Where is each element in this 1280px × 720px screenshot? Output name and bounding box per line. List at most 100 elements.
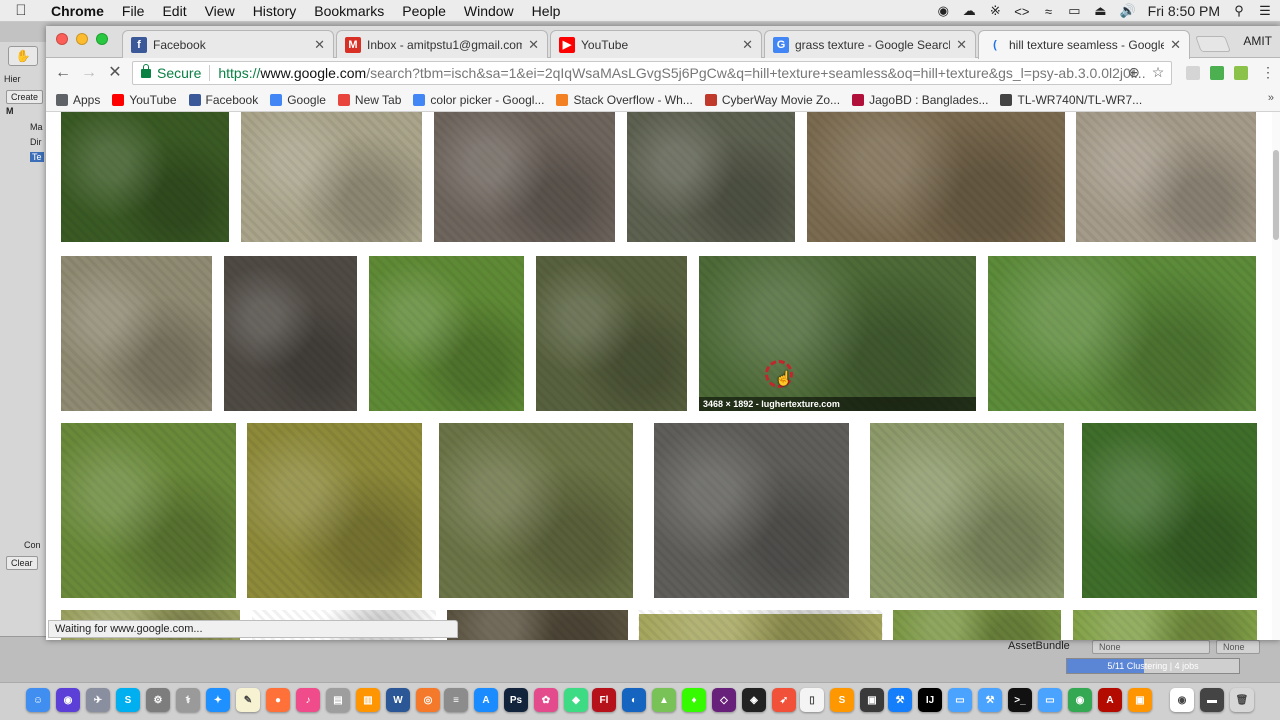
visual-studio-icon[interactable]: ◇ <box>712 688 736 712</box>
close-tab-icon[interactable]: ✕ <box>1170 37 1181 53</box>
chrome-app-icon[interactable]: ◉ <box>1170 688 1194 712</box>
android-studio-icon[interactable]: ◆ <box>564 688 588 712</box>
image-result-thumbnail[interactable] <box>807 112 1065 242</box>
volume-icon[interactable]: 🔊 <box>1119 3 1135 19</box>
browser-icon[interactable]: ◐ <box>622 688 646 712</box>
tab-gmail-inbox[interactable]: M Inbox - amitpstu1@gmail.com ✕ <box>336 30 548 58</box>
create-button[interactable]: Create <box>6 90 44 104</box>
cloud-sync-icon[interactable]: ☁ <box>962 3 976 19</box>
hierarchy-item-main-camera[interactable]: Ma <box>30 122 43 132</box>
word-icon[interactable]: W <box>386 688 410 712</box>
menu-app-name[interactable]: Chrome <box>42 3 113 19</box>
text-file-icon[interactable]: ▯ <box>800 688 824 712</box>
skype-icon[interactable]: S <box>116 688 140 712</box>
blender-icon[interactable]: ◎ <box>416 688 440 712</box>
menu-edit[interactable]: Edit <box>153 3 195 19</box>
download-extension-icon[interactable] <box>1210 66 1224 80</box>
image-result-thumbnail[interactable] <box>893 610 1061 640</box>
eject-icon[interactable]: ⏏ <box>1093 3 1107 19</box>
tab-grass-texture-search[interactable]: G grass texture - Google Search ✕ <box>764 30 976 58</box>
tools-folder-icon[interactable]: ⚒ <box>978 688 1002 712</box>
image-result-thumbnail[interactable] <box>369 256 524 411</box>
apple-menu-icon[interactable]:  <box>0 2 42 19</box>
pages-icon[interactable]: ▤ <box>326 688 350 712</box>
xcode-icon[interactable]: ⚒ <box>888 688 912 712</box>
extension-puzzle-icon[interactable] <box>1186 66 1200 80</box>
sublime-icon[interactable]: S <box>830 688 854 712</box>
asset-bundle-select[interactable]: None <box>1092 640 1210 654</box>
close-tab-icon[interactable]: ✕ <box>528 37 539 53</box>
unity-icon[interactable]: ◈ <box>742 688 766 712</box>
hierarchy-item-terrain[interactable]: Te <box>30 152 44 162</box>
chrome-menu-icon[interactable]: ⋮ <box>1260 64 1276 80</box>
syringe-tool-icon[interactable]: ⚕ <box>176 688 200 712</box>
location-target-icon[interactable]: ⊕ <box>1126 64 1142 80</box>
url-text[interactable]: https://www.google.com/search?tbm=isch&s… <box>218 65 1171 81</box>
system-preferences-icon[interactable]: ⚙ <box>146 688 170 712</box>
clock[interactable]: Fri 8:50 PM <box>1148 3 1220 19</box>
image-result-thumbnail[interactable] <box>61 256 212 411</box>
menu-window[interactable]: Window <box>455 3 523 19</box>
image-result-thumbnail[interactable] <box>988 256 1256 411</box>
image-result-thumbnail[interactable] <box>224 256 357 411</box>
bluetooth-icon[interactable]: ※ <box>988 3 1002 19</box>
address-bar[interactable]: Secure https://www.google.com/search?tbm… <box>132 61 1172 85</box>
image-result-thumbnail[interactable] <box>247 423 422 598</box>
menu-history[interactable]: History <box>244 3 306 19</box>
image-result-thumbnail[interactable] <box>536 256 687 411</box>
tab-facebook[interactable]: f Facebook ✕ <box>122 30 334 58</box>
bookmark-stackoverflow[interactable]: Stack Overflow - Wh... <box>556 93 693 107</box>
scene-label[interactable]: M <box>6 106 14 116</box>
image-result-thumbnail[interactable] <box>61 112 229 242</box>
image-result-thumbnail[interactable]: 3468 × 1892 - lughertexture.com ☝ <box>699 256 976 411</box>
app-store-icon[interactable]: A <box>474 688 498 712</box>
stop-loading-icon[interactable]: ✕ <box>104 63 126 83</box>
new-tab-button[interactable] <box>1195 36 1231 52</box>
menu-people[interactable]: People <box>393 3 455 19</box>
close-tab-icon[interactable]: ✕ <box>956 37 967 53</box>
trash-icon[interactable]: 🗑 <box>1230 688 1254 712</box>
airplay-icon[interactable]: ▭ <box>1067 3 1081 19</box>
database-icon[interactable]: ≡ <box>444 688 468 712</box>
firefox-icon[interactable]: ● <box>266 688 290 712</box>
image-result-thumbnail[interactable] <box>241 112 422 242</box>
zoom-window-icon[interactable] <box>96 33 108 45</box>
menu-help[interactable]: Help <box>523 3 570 19</box>
tab-youtube[interactable]: ▶ YouTube ✕ <box>550 30 762 58</box>
back-arrow-icon[interactable]: ← <box>52 63 74 83</box>
image-result-thumbnail[interactable] <box>61 423 236 598</box>
color-picker-icon[interactable]: ✿ <box>534 688 558 712</box>
hand-tool-icon[interactable]: ✋ <box>8 46 38 66</box>
notes-icon[interactable]: ✎ <box>236 688 260 712</box>
image-result-thumbnail[interactable] <box>1076 112 1256 242</box>
menu-view[interactable]: View <box>196 3 244 19</box>
console-clear-button[interactable]: Clear <box>6 556 38 570</box>
spotlight-search-icon[interactable]: ⚲ <box>1232 3 1246 19</box>
image-result-thumbnail[interactable] <box>439 423 633 598</box>
image-result-thumbnail[interactable] <box>1082 423 1257 598</box>
more-bookmarks-icon[interactable]: » <box>1268 92 1274 104</box>
folder-blue-icon[interactable]: ▭ <box>1038 688 1062 712</box>
flash-icon[interactable]: Fl <box>592 688 616 712</box>
wifi-icon[interactable]: ≈ <box>1041 4 1055 19</box>
siri-icon[interactable]: ◉ <box>56 688 80 712</box>
menu-file[interactable]: File <box>113 3 154 19</box>
bookmark-tplink[interactable]: TL-WR740N/TL-WR7... <box>1000 93 1142 107</box>
hierarchy-item-directional-light[interactable]: Dir <box>30 137 42 147</box>
console-tab-label[interactable]: Con <box>24 540 41 550</box>
printer-icon[interactable]: ▬ <box>1200 688 1224 712</box>
bookmark-google[interactable]: color picker - Googl... <box>413 93 544 107</box>
itunes-icon[interactable]: ♪ <box>296 688 320 712</box>
asset-bundle-variant-select[interactable]: None <box>1216 640 1260 654</box>
image-result-thumbnail[interactable] <box>447 610 628 640</box>
android-icon[interactable]: ▲ <box>652 688 676 712</box>
minimize-window-icon[interactable] <box>76 33 88 45</box>
finder-icon[interactable]: ☺ <box>26 688 50 712</box>
close-window-icon[interactable] <box>56 33 68 45</box>
record-icon[interactable]: ◉ <box>936 3 950 19</box>
image-result-thumbnail[interactable] <box>1073 610 1257 640</box>
secure-label[interactable]: Secure <box>157 65 201 81</box>
bookmark-jagobd[interactable]: JagoBD : Banglades... <box>852 93 988 107</box>
image-result-thumbnail[interactable] <box>639 614 882 640</box>
dreamweaver-icon[interactable]: ♦ <box>682 688 706 712</box>
